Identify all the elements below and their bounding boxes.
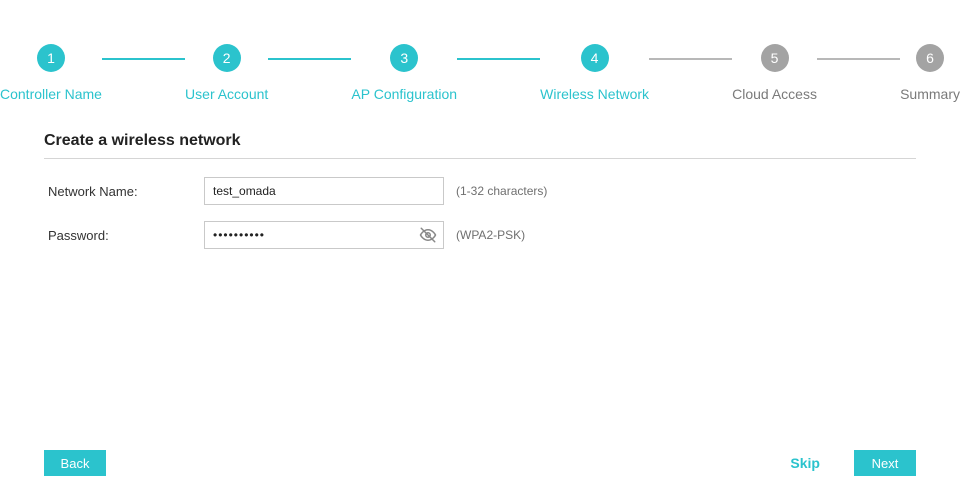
password-label: Password: xyxy=(48,228,204,243)
step-connector-3-4 xyxy=(457,58,540,60)
step-connector-4-5 xyxy=(649,58,732,60)
password-row: Password: (WPA2-PSK) xyxy=(48,221,912,249)
step-6-label: Summary xyxy=(900,86,960,102)
network-name-row: Network Name: (1-32 characters) xyxy=(48,177,912,205)
step-3: 3 AP Configuration xyxy=(351,44,457,102)
step-5-circle: 5 xyxy=(761,44,789,72)
wizard-stepper: 1 Controller Name 2 User Account 3 AP Co… xyxy=(0,0,960,102)
step-4: 4 Wireless Network xyxy=(540,44,649,102)
step-1-label: Controller Name xyxy=(0,86,102,102)
password-input[interactable] xyxy=(204,221,444,249)
skip-link[interactable]: Skip xyxy=(790,455,820,471)
back-button[interactable]: Back xyxy=(44,450,106,476)
step-5-num: 5 xyxy=(771,50,779,66)
step-4-circle: 4 xyxy=(581,44,609,72)
eye-off-icon[interactable] xyxy=(418,225,438,245)
step-6: 6 Summary xyxy=(900,44,960,102)
network-name-label: Network Name: xyxy=(48,184,204,199)
step-2-num: 2 xyxy=(223,50,231,66)
password-hint: (WPA2-PSK) xyxy=(456,228,525,242)
step-2: 2 User Account xyxy=(185,44,268,102)
step-1-num: 1 xyxy=(47,50,55,66)
section-title: Create a wireless network xyxy=(44,132,916,150)
wizard-footer: Back Skip Next xyxy=(0,450,960,476)
step-3-label: AP Configuration xyxy=(351,86,457,102)
network-name-input[interactable] xyxy=(204,177,444,205)
step-6-circle: 6 xyxy=(916,44,944,72)
step-3-num: 3 xyxy=(400,50,408,66)
step-1: 1 Controller Name xyxy=(0,44,102,102)
step-5-label: Cloud Access xyxy=(732,86,817,102)
step-3-circle: 3 xyxy=(390,44,418,72)
step-2-circle: 2 xyxy=(213,44,241,72)
step-connector-2-3 xyxy=(268,58,351,60)
step-connector-1-2 xyxy=(102,58,185,60)
step-2-label: User Account xyxy=(185,86,268,102)
step-6-num: 6 xyxy=(926,50,934,66)
step-1-circle: 1 xyxy=(37,44,65,72)
step-5: 5 Cloud Access xyxy=(732,44,817,102)
next-button[interactable]: Next xyxy=(854,450,916,476)
step-4-label: Wireless Network xyxy=(540,86,649,102)
wireless-network-section: Create a wireless network Network Name: … xyxy=(0,102,960,249)
section-divider xyxy=(44,158,916,159)
step-connector-5-6 xyxy=(817,58,900,60)
step-4-num: 4 xyxy=(591,50,599,66)
network-name-hint: (1-32 characters) xyxy=(456,184,547,198)
